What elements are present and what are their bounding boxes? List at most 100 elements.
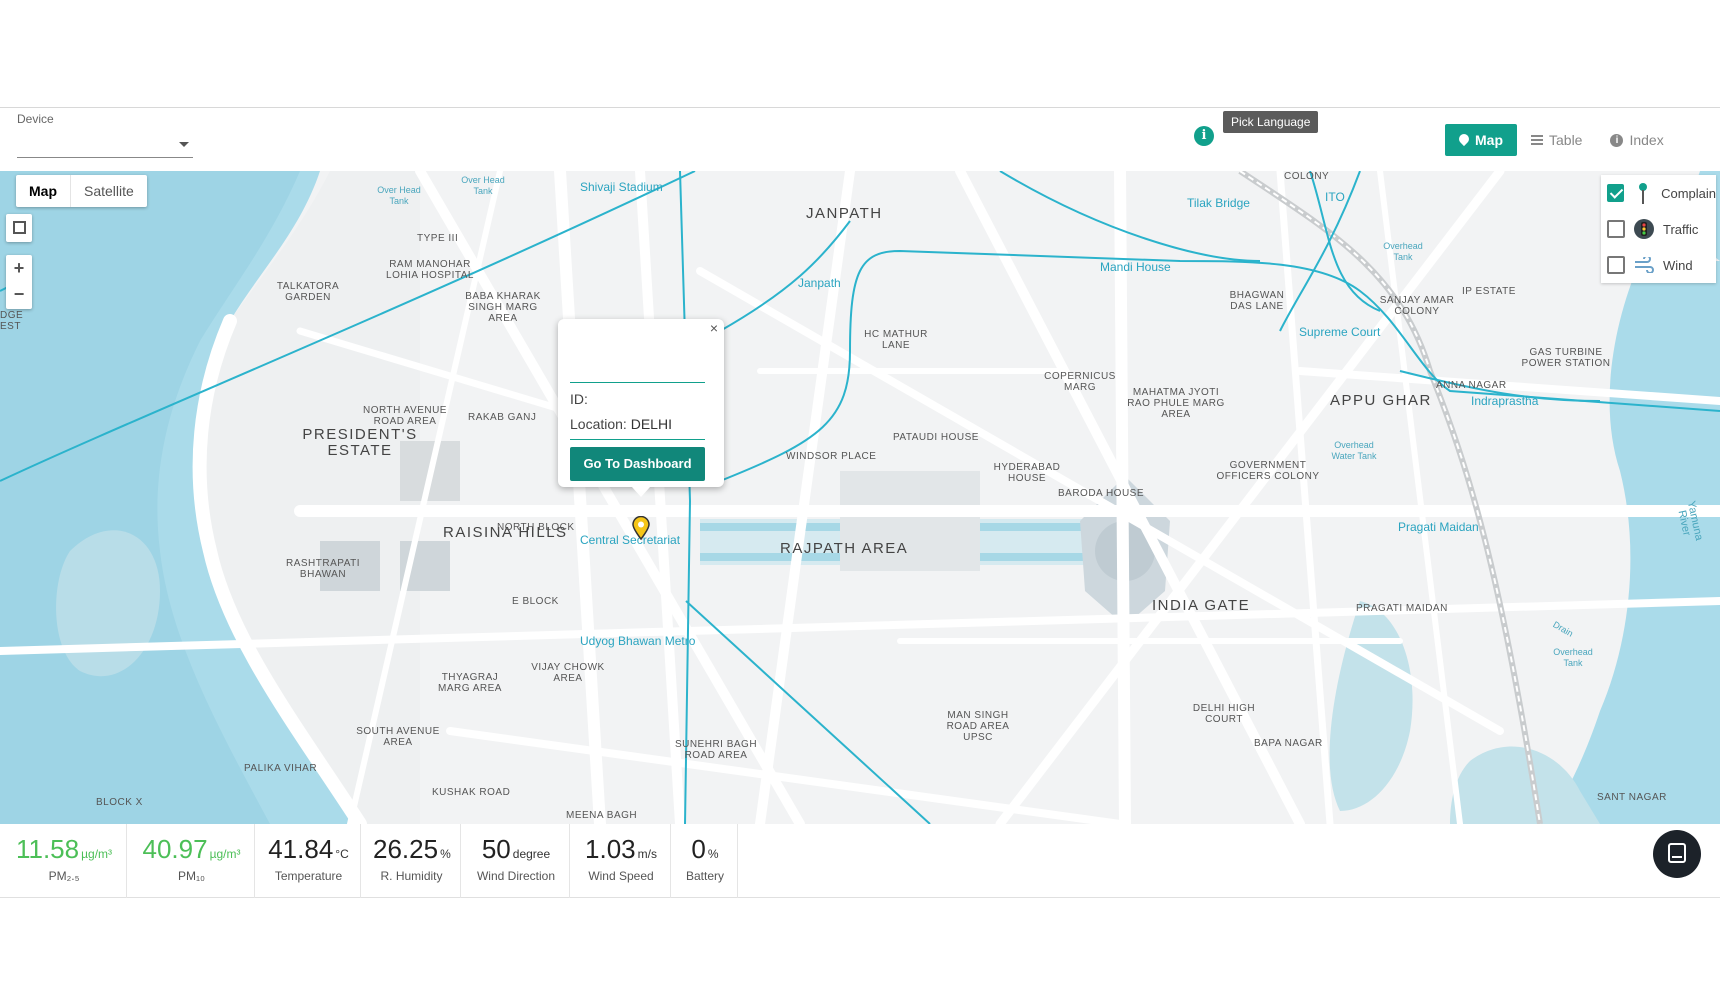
device-marker-pin-icon[interactable] xyxy=(632,515,650,541)
label-south-avenue: SOUTH AVENUE AREA xyxy=(356,726,440,748)
label-talkatora: TALKATORA GARDEN xyxy=(276,281,340,303)
traffic-checkbox[interactable] xyxy=(1607,220,1625,238)
layer-complain-label: Complain xyxy=(1661,185,1716,201)
label-overhead-tank-4: Overhead Tank xyxy=(1553,647,1593,668)
label-e-block: E BLOCK xyxy=(512,596,559,607)
info-icon: i xyxy=(1610,133,1624,147)
layer-toggle-panel: Complain Traffic Wind xyxy=(1601,175,1716,283)
label-ito: ITO xyxy=(1325,190,1345,204)
language-info-icon[interactable]: i xyxy=(1194,126,1214,146)
label-sant-nagar: SANT NAGAR xyxy=(1597,792,1667,803)
popup-divider-2 xyxy=(570,439,705,440)
complain-checkbox[interactable] xyxy=(1607,184,1625,202)
pin-icon xyxy=(1632,182,1653,204)
layer-traffic[interactable]: Traffic xyxy=(1601,211,1716,247)
label-supreme-court: Supreme Court xyxy=(1299,325,1381,339)
stat-temperature: 41.84 °C Temperature xyxy=(255,824,361,898)
label-pragati-maidan: PRAGATI MAIDAN xyxy=(1356,603,1448,614)
label-rashtrapati: RASHTRAPATI BHAWAN xyxy=(285,558,361,580)
layer-complain[interactable]: Complain xyxy=(1601,175,1716,211)
zoom-control: + − xyxy=(6,255,32,309)
map-canvas[interactable]: JANPATH PRESIDENT'S ESTATE RAISINA HILLS… xyxy=(0,171,1720,824)
label-man-singh: MAN SINGH ROAD AREA UPSC xyxy=(946,710,1010,743)
map-type-map-button[interactable]: Map xyxy=(16,175,71,207)
label-sunehri-bagh: SUNEHRI BAGH ROAD AREA xyxy=(674,739,758,761)
device-select[interactable] xyxy=(17,132,193,158)
stat-wind-speed: 1.03 m/s Wind Speed xyxy=(570,824,671,898)
view-tabs: Map Table i Index xyxy=(1445,124,1678,156)
stat-pm10-value: 40.97 xyxy=(142,834,208,864)
zoom-in-button[interactable]: + xyxy=(6,255,32,281)
popup-location-value: DELHI xyxy=(630,416,672,432)
language-tooltip: Pick Language xyxy=(1223,111,1319,133)
label-ip-estate: IP ESTATE xyxy=(1462,286,1516,297)
tab-map-label: Map xyxy=(1475,132,1503,148)
fullscreen-icon xyxy=(12,221,26,234)
layer-wind[interactable]: Wind xyxy=(1601,247,1716,283)
label-dge-est: DGE EST xyxy=(0,310,24,332)
label-udyog-bhawan: Udyog Bhawan Metro xyxy=(580,634,696,648)
device-label: Device xyxy=(17,112,54,126)
map-type-control: Map Satellite xyxy=(16,175,147,207)
label-tilak-bridge: Tilak Bridge xyxy=(1187,196,1250,210)
label-rajpath-area: RAJPATH AREA xyxy=(780,540,909,557)
label-hyderabad: HYDERABAD HOUSE xyxy=(993,462,1061,484)
tab-map[interactable]: Map xyxy=(1445,124,1517,156)
label-rakab-ganj: RAKAB GANJ xyxy=(468,412,537,423)
stat-battery-value: 0 xyxy=(691,834,706,864)
stat-humidity-label: R. Humidity xyxy=(380,869,443,883)
label-delhi-high-court: DELHI HIGH COURT xyxy=(1192,703,1256,725)
label-janpath-metro: Janpath xyxy=(798,276,841,290)
caret-down-icon xyxy=(179,142,189,147)
go-to-dashboard-button[interactable]: Go To Dashboard xyxy=(570,447,705,481)
stat-pm10: 40.97 µg/m³ PM₁₀ xyxy=(127,824,255,898)
layer-traffic-label: Traffic xyxy=(1663,221,1699,237)
label-kushak-road: KUSHAK ROAD xyxy=(432,787,511,798)
tab-table-label: Table xyxy=(1549,132,1583,148)
stat-pm10-label: PM₁₀ xyxy=(177,869,206,883)
label-india-gate: INDIA GATE xyxy=(1152,597,1251,614)
device-selector[interactable]: Device xyxy=(17,112,193,158)
label-over-head-tank-2: Over Head Tank xyxy=(461,175,505,196)
label-bapa-nagar: BAPA NAGAR xyxy=(1254,738,1323,749)
label-windsor: WINDSOR PLACE xyxy=(786,451,877,462)
top-toolbar: Device i Pick Language Map Table i Index xyxy=(0,107,1720,171)
stat-pm25: 11.58 µg/m³ PM₂.₅ xyxy=(0,824,127,898)
stat-pm25-label: PM₂.₅ xyxy=(48,869,80,883)
popup-divider xyxy=(570,382,705,383)
stat-battery-label: Battery xyxy=(685,869,724,883)
label-north-block: NORTH BLOCK xyxy=(497,522,575,533)
label-ram-manohar: RAM MANOHAR LOHIA HOSPITAL xyxy=(386,259,474,281)
stat-wind-speed-value: 1.03 xyxy=(585,834,636,864)
traffic-light-icon xyxy=(1633,218,1655,240)
stat-wind-direction: 50 degree Wind Direction xyxy=(461,824,570,898)
label-vijay-chowk: VIJAY CHOWK AREA xyxy=(531,662,605,684)
label-meena-bagh: MEENA BAGH xyxy=(566,810,638,821)
stat-pm25-unit: µg/m³ xyxy=(81,847,113,861)
tab-index[interactable]: i Index xyxy=(1596,124,1677,156)
label-gas-turbine: GAS TURBINE POWER STATION xyxy=(1521,347,1611,369)
label-over-head-tank-1: Over Head Tank xyxy=(377,185,421,206)
map-type-satellite-button[interactable]: Satellite xyxy=(71,175,147,207)
chat-launcher-button[interactable] xyxy=(1653,830,1701,878)
zoom-out-button[interactable]: − xyxy=(6,281,32,307)
map-pin-icon xyxy=(1459,134,1469,147)
stat-temperature-unit: °C xyxy=(335,847,349,861)
stat-humidity-value: 26.25 xyxy=(373,834,439,864)
popup-close-icon[interactable]: × xyxy=(710,320,718,336)
stat-battery: 0% Battery xyxy=(671,824,738,898)
stats-bar: 11.58 µg/m³ PM₂.₅ 40.97 µg/m³ PM₁₀ 41.84 °C… xyxy=(0,824,1720,898)
map-base-layer xyxy=(0,171,1720,824)
label-mandi-house: Mandi House xyxy=(1100,260,1171,274)
chat-icon xyxy=(1668,843,1686,863)
tab-table[interactable]: Table xyxy=(1517,124,1596,156)
fullscreen-button[interactable] xyxy=(6,214,32,242)
wind-icon xyxy=(1633,254,1655,276)
stat-wind-direction-unit: degree xyxy=(512,847,551,861)
label-baroda: BARODA HOUSE xyxy=(1058,488,1145,499)
label-shivaji-stadium: Shivaji Stadium xyxy=(580,180,663,194)
wind-checkbox[interactable] xyxy=(1607,256,1625,274)
label-north-avenue: NORTH AVENUE ROAD AREA xyxy=(363,405,447,427)
stat-temperature-value: 41.84 xyxy=(268,834,334,864)
label-anna-nagar: ANNA NAGAR xyxy=(1436,380,1507,391)
